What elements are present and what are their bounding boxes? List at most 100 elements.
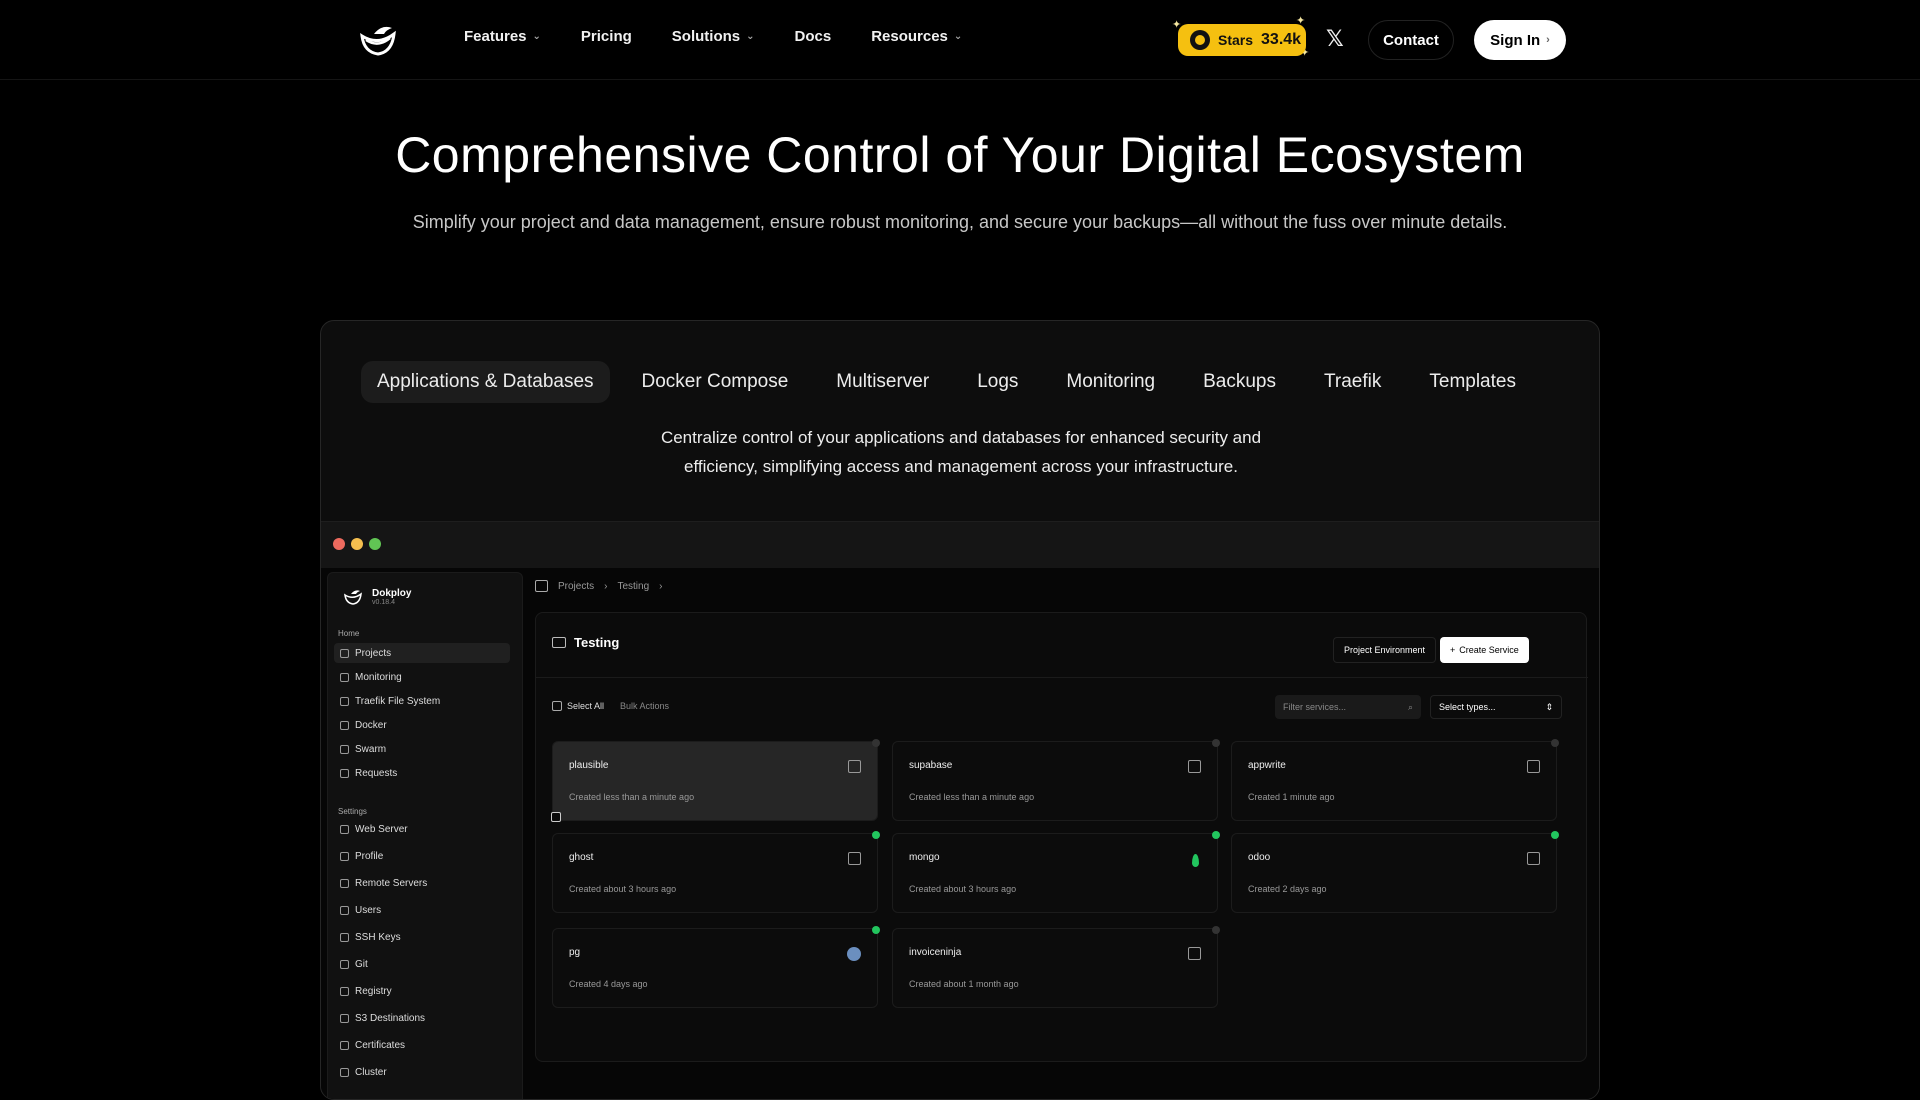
tab-docker-compose[interactable]: Docker Compose	[626, 361, 805, 403]
git-branch-icon	[340, 959, 349, 969]
app-main: Projects › Testing › Testing Project Env…	[535, 572, 1595, 1099]
service-card-pg[interactable]: pg Created 4 days ago	[552, 926, 880, 1008]
postgres-icon	[847, 947, 861, 961]
service-name: invoiceninja	[909, 947, 962, 958]
select-all-checkbox[interactable]: Select All	[552, 701, 604, 711]
shield-icon	[340, 1040, 349, 1050]
nav-resources[interactable]: Resources ⌄	[871, 28, 962, 45]
project-header: Testing	[552, 635, 619, 650]
breadcrumb-projects[interactable]: Projects	[558, 581, 594, 592]
minimize-dot-icon[interactable]	[351, 538, 363, 550]
service-name: pg	[569, 947, 581, 958]
app-icon	[1527, 852, 1540, 865]
sidebar-item-monitoring[interactable]: Monitoring	[334, 667, 510, 687]
sidebar-item-certificates[interactable]: Certificates	[334, 1035, 510, 1055]
status-dot	[1212, 926, 1220, 934]
sidebar-item-swarm[interactable]: Swarm	[334, 739, 510, 759]
chevron-updown-icon: ⇕	[1545, 701, 1553, 712]
filter-services-input[interactable]: Filter services... ⌕	[1275, 695, 1421, 719]
service-created: Created 2 days ago	[1248, 884, 1327, 894]
status-dot	[872, 831, 880, 839]
chevron-right-icon: ›	[659, 580, 663, 592]
folder-icon	[340, 648, 349, 658]
maximize-dot-icon[interactable]	[369, 538, 381, 550]
activity-icon	[340, 824, 349, 834]
tab-logs[interactable]: Logs	[961, 361, 1034, 403]
status-dot	[872, 926, 880, 934]
nav-docs[interactable]: Docs	[795, 28, 832, 45]
service-card-appwrite[interactable]: appwrite Created 1 minute ago	[1231, 739, 1559, 821]
sign-in-button[interactable]: Sign In ›	[1474, 20, 1566, 60]
sidebar-item-git[interactable]: Git	[334, 954, 510, 974]
chevron-down-icon: ⌄	[953, 31, 963, 42]
service-created: Created less than a minute ago	[569, 792, 695, 802]
nav-features[interactable]: Features ⌄	[464, 28, 541, 45]
sidebar-item-users[interactable]: Users	[334, 900, 510, 920]
nav-pricing[interactable]: Pricing	[581, 28, 632, 45]
sidebar-item-ssh-keys[interactable]: SSH Keys	[334, 927, 510, 947]
sidebar-item-web-server[interactable]: Web Server	[334, 819, 510, 839]
service-name: appwrite	[1248, 760, 1286, 771]
x-twitter-icon[interactable]: 𝕏	[1326, 26, 1350, 54]
tab-monitoring[interactable]: Monitoring	[1050, 361, 1171, 403]
sidebar-item-registry[interactable]: Registry	[334, 981, 510, 1001]
nav-solutions[interactable]: Solutions ⌄	[672, 28, 755, 45]
arrow-icon	[340, 768, 349, 778]
tab-description: Centralize control of your applications …	[660, 428, 1262, 476]
service-card-ghost[interactable]: ghost Created about 3 hours ago	[552, 831, 880, 913]
chevron-down-icon: ⌄	[532, 31, 541, 42]
app-icon	[1527, 760, 1540, 773]
database-icon	[340, 1013, 349, 1023]
brand-name: Dokploy	[372, 588, 412, 599]
contact-button[interactable]: Contact	[1368, 20, 1454, 60]
boxes-icon	[340, 1067, 349, 1077]
folder-icon	[552, 637, 566, 648]
github-stars-button[interactable]: Stars 33.4k	[1178, 24, 1306, 56]
status-dot	[1551, 739, 1559, 747]
service-name: odoo	[1248, 852, 1271, 863]
sidebar-item-docker[interactable]: Docker	[334, 715, 510, 735]
sidebar-item-s3-destinations[interactable]: S3 Destinations	[334, 1008, 510, 1028]
select-types-dropdown[interactable]: Select types... ⇕	[1430, 695, 1562, 719]
github-icon	[1190, 30, 1210, 50]
create-service-button[interactable]: + Create Service	[1440, 637, 1529, 663]
nav-links: Features ⌄ Pricing Solutions ⌄ Docs Resour…	[464, 28, 1002, 45]
service-card-plausible[interactable]: plausible Created less than a minute ago	[551, 739, 880, 822]
tab-applications-databases[interactable]: Applications & Databases	[361, 361, 610, 403]
service-created: Created less than a minute ago	[909, 792, 1035, 802]
service-card-supabase[interactable]: supabase Created less than a minute ago	[892, 739, 1220, 821]
breadcrumb-testing[interactable]: Testing	[617, 581, 649, 592]
sidebar-item-traefik-file-system[interactable]: Traefik File System	[334, 691, 510, 711]
project-environment-button[interactable]: Project Environment	[1333, 637, 1437, 663]
sidebar-item-cluster[interactable]: Cluster	[334, 1062, 510, 1082]
bulk-actions-button[interactable]: Bulk Actions	[620, 701, 669, 711]
key-icon	[340, 932, 349, 942]
sidebar-item-profile[interactable]: Profile	[334, 846, 510, 866]
search-icon: ⌕	[1407, 701, 1413, 712]
feature-tabs: Applications & Databases Docker Compose …	[361, 361, 1548, 403]
service-card-invoiceninja[interactable]: invoiceninja Created about 1 month ago	[892, 926, 1220, 1008]
service-created: Created 4 days ago	[569, 979, 648, 989]
tab-templates[interactable]: Templates	[1413, 361, 1532, 403]
sidebar-toggle-icon[interactable]	[535, 580, 548, 592]
app-window: Dokploy v0.18.4 Home Projects Monitoring…	[321, 521, 1599, 1099]
sidebar-heading-home: Home	[338, 629, 360, 638]
chart-icon	[340, 672, 349, 682]
status-dot	[872, 739, 880, 747]
tab-backups[interactable]: Backups	[1187, 361, 1292, 403]
tab-traefik[interactable]: Traefik	[1308, 361, 1397, 403]
service-card-odoo[interactable]: odoo Created 2 days ago	[1231, 831, 1559, 913]
package-icon	[340, 986, 349, 996]
server-icon	[340, 878, 349, 888]
service-checkbox[interactable]	[551, 812, 561, 822]
sidebar-item-projects[interactable]: Projects	[334, 643, 510, 663]
tab-multiserver[interactable]: Multiserver	[820, 361, 945, 403]
sidebar-item-requests[interactable]: Requests	[334, 763, 510, 783]
plus-icon: +	[1450, 645, 1456, 655]
dokploy-logo-icon[interactable]	[356, 20, 400, 60]
service-created: Created about 3 hours ago	[569, 884, 677, 894]
close-dot-icon[interactable]	[333, 538, 345, 550]
sidebar-item-remote-servers[interactable]: Remote Servers	[334, 873, 510, 893]
service-card-mongo[interactable]: mongo Created about 3 hours ago	[892, 831, 1220, 913]
status-dot	[1551, 831, 1559, 839]
